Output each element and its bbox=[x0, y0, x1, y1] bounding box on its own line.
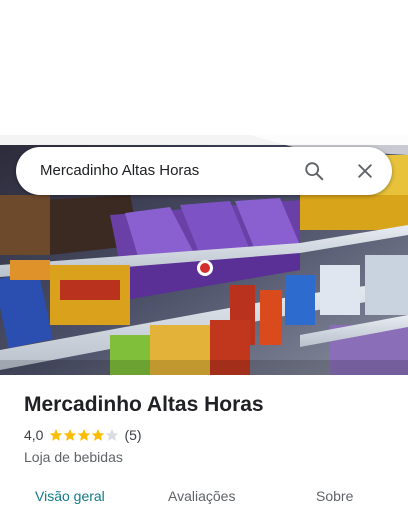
map-area-blank bbox=[0, 0, 408, 135]
star-icon bbox=[92, 429, 105, 441]
place-info: Mercadinho Altas Horas 4,0 (5) Loja de b… bbox=[24, 390, 394, 466]
search-button[interactable] bbox=[298, 155, 330, 187]
star-icon bbox=[50, 429, 63, 441]
star-icon bbox=[106, 429, 119, 441]
tab-about[interactable]: Sobre bbox=[316, 474, 353, 510]
rating-row[interactable]: 4,0 (5) bbox=[24, 426, 394, 444]
close-button[interactable] bbox=[349, 155, 381, 187]
tab-overview[interactable]: Visão geral bbox=[35, 474, 105, 510]
search-bar[interactable]: Mercadinho Altas Horas bbox=[16, 147, 392, 195]
place-category[interactable]: Loja de bebidas bbox=[24, 448, 394, 466]
rating-value: 4,0 bbox=[24, 427, 44, 443]
close-icon bbox=[358, 164, 372, 178]
tab-reviews[interactable]: Avaliações bbox=[168, 474, 235, 510]
review-count[interactable]: (5) bbox=[124, 427, 141, 443]
place-title: Mercadinho Altas Horas bbox=[24, 393, 264, 416]
search-query-text[interactable]: Mercadinho Altas Horas bbox=[40, 147, 199, 195]
place-tabs: Visão geral Avaliações Sobre bbox=[0, 474, 408, 510]
star-icon bbox=[78, 429, 91, 441]
rating-stars bbox=[49, 428, 119, 442]
star-icon bbox=[64, 429, 77, 441]
search-icon bbox=[305, 162, 324, 181]
